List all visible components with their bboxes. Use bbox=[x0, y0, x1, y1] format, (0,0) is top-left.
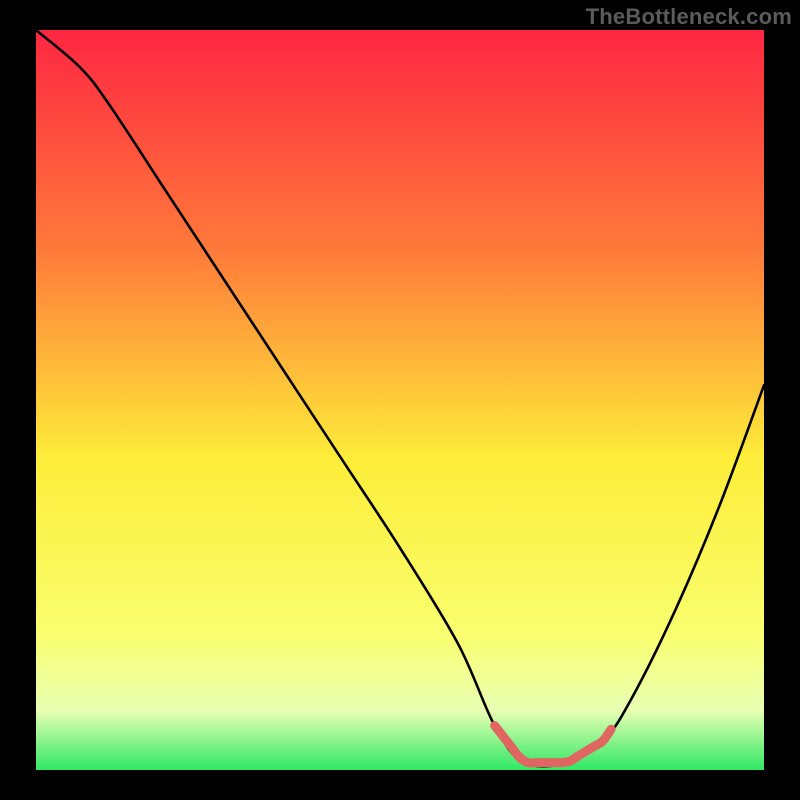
watermark-text: TheBottleneck.com bbox=[586, 4, 792, 30]
plot-background bbox=[36, 30, 764, 770]
chart-frame: { "watermark": "TheBottleneck.com", "col… bbox=[0, 0, 800, 800]
bottleneck-chart bbox=[0, 0, 800, 800]
